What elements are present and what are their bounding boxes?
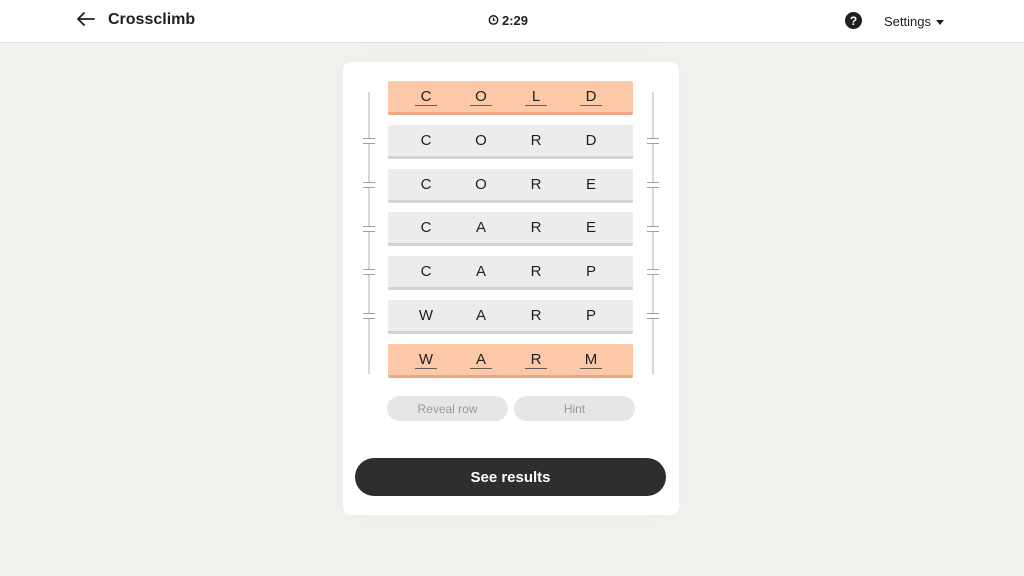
ladder-rung bbox=[363, 269, 375, 276]
timer: 2:29 bbox=[488, 13, 528, 28]
ladder-rung bbox=[647, 269, 659, 276]
letter-cell: C bbox=[415, 88, 437, 106]
letter-cell: P bbox=[585, 307, 596, 324]
letter-cell: O bbox=[475, 175, 487, 193]
letter-cell: R bbox=[525, 351, 547, 369]
word-row[interactable]: CARP bbox=[388, 256, 633, 291]
letter-cell: W bbox=[418, 307, 434, 324]
letter-cell: W bbox=[415, 351, 437, 369]
letter-cell: A bbox=[475, 219, 486, 237]
letter-cell: E bbox=[585, 175, 596, 193]
letter-cell: L bbox=[525, 88, 547, 106]
back-button[interactable] bbox=[74, 9, 98, 33]
word-row[interactable]: CARE bbox=[388, 212, 633, 247]
word-row[interactable]: CORD bbox=[388, 124, 633, 159]
hint-button[interactable]: Hint bbox=[514, 396, 635, 421]
ladder-rung bbox=[363, 138, 375, 144]
word-row[interactable]: WARP bbox=[388, 300, 633, 334]
reveal-row-button[interactable]: Reveal row bbox=[387, 396, 508, 421]
ladder-rung bbox=[363, 313, 375, 320]
letter-cell: O bbox=[470, 88, 492, 106]
game-card: COLDCORDCORECARECARPWARPWARM Reveal row … bbox=[343, 62, 679, 515]
letter-cell: C bbox=[420, 263, 432, 281]
letter-cell: A bbox=[475, 307, 486, 324]
letter-cell: R bbox=[530, 219, 542, 237]
letter-cell: M bbox=[580, 351, 602, 369]
ladder-rail-right bbox=[652, 92, 654, 374]
fixed-word-row: WARM bbox=[388, 343, 633, 378]
letter-cell: O bbox=[475, 131, 487, 149]
ladder-rung bbox=[363, 225, 375, 232]
top-bar: Crossclimb 2:29 ? Settings bbox=[0, 0, 1024, 43]
letter-cell: C bbox=[420, 219, 432, 237]
letter-cell: R bbox=[530, 307, 542, 324]
fixed-word-row: COLD bbox=[388, 81, 633, 115]
letter-cell: D bbox=[585, 131, 597, 149]
ladder-rung bbox=[647, 225, 659, 232]
letter-cell: C bbox=[420, 131, 432, 149]
settings-label: Settings bbox=[884, 14, 931, 29]
settings-menu[interactable]: Settings bbox=[884, 14, 944, 29]
see-results-button[interactable]: See results bbox=[355, 458, 666, 496]
ladder-rung bbox=[647, 138, 659, 144]
question-circle-icon: ? bbox=[849, 13, 858, 28]
ladder-rung bbox=[647, 313, 659, 320]
ladder-rail-left bbox=[368, 92, 370, 374]
ladder-rung bbox=[647, 181, 659, 188]
letter-cell: A bbox=[470, 351, 492, 369]
word-row[interactable]: CORE bbox=[388, 168, 633, 203]
letter-cell: E bbox=[585, 219, 596, 237]
back-arrow-icon bbox=[77, 11, 95, 31]
clock-icon bbox=[488, 13, 499, 28]
ladder-rung bbox=[363, 181, 375, 188]
letter-cell: R bbox=[530, 175, 542, 193]
page-title: Crossclimb bbox=[108, 11, 196, 28]
letter-cell: R bbox=[530, 131, 542, 149]
timer-value: 2:29 bbox=[502, 13, 529, 28]
letter-cell: C bbox=[420, 175, 432, 193]
letter-cell: D bbox=[580, 88, 602, 106]
letter-cell: P bbox=[585, 263, 596, 281]
letter-cell: A bbox=[475, 263, 486, 281]
chevron-down-icon bbox=[935, 19, 944, 25]
help-button[interactable]: ? bbox=[845, 12, 862, 29]
letter-cell: R bbox=[530, 263, 542, 281]
